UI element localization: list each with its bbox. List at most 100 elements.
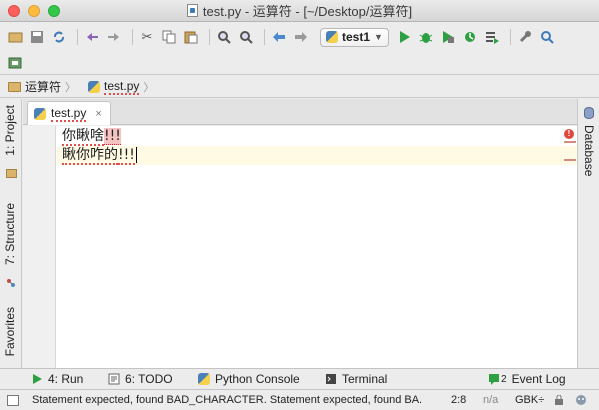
tab-database[interactable]: Database	[582, 125, 596, 176]
tool-event-log[interactable]: 2 Event Log	[488, 372, 566, 386]
text-caret	[135, 147, 137, 163]
python-file-icon	[88, 80, 101, 93]
project-folder-icon	[6, 169, 17, 178]
structure-icon	[6, 277, 16, 287]
ide-window: test.py - 运算符 - [~/Desktop/运算符] ✂ test1	[0, 0, 599, 410]
window-controls	[8, 5, 60, 17]
copy-icon[interactable]	[160, 28, 178, 46]
inspector-hector-icon[interactable]	[575, 394, 587, 406]
find-icon[interactable]	[215, 28, 233, 46]
window-title: test.py - 运算符 - [~/Desktop/运算符]	[186, 1, 413, 20]
tab-structure-label: 7: Structure	[3, 203, 17, 266]
toolbar-separator	[209, 29, 210, 45]
profile-icon[interactable]	[461, 28, 479, 46]
code-editor[interactable]: 你瞅啥!!! 瞅你咋的!!! !	[23, 126, 577, 368]
bottom-tool-bar: 4: Run 6: TODO Python Console Terminal 2…	[0, 368, 599, 389]
right-tool-bar: Database	[577, 99, 599, 368]
breadcrumb-file[interactable]: test.py 〉	[88, 79, 162, 95]
status-toggle-icon[interactable]	[7, 395, 19, 406]
editor-tab-bar: test.py ×	[23, 99, 577, 125]
zoom-window-button[interactable]	[48, 5, 60, 17]
tool-run-label: 4: Run	[48, 372, 84, 386]
python-logo-icon	[326, 31, 338, 43]
breadcrumb-project-label: 运算符	[25, 80, 62, 94]
run-with-coverage-icon[interactable]	[439, 28, 457, 46]
tool-python-console[interactable]: Python Console	[198, 372, 300, 386]
sync-icon[interactable]	[50, 28, 68, 46]
error-highlight: !!!	[118, 147, 135, 165]
run-triangle-icon	[33, 374, 42, 384]
tab-favorites-label: Favorites	[3, 307, 17, 357]
close-tab-icon[interactable]: ×	[95, 108, 101, 120]
tool-todo-label: 6: TODO	[125, 372, 173, 386]
minimize-window-button[interactable]	[28, 5, 40, 17]
close-window-button[interactable]	[8, 5, 20, 17]
save-all-icon[interactable]	[28, 28, 46, 46]
toolbar-separator	[509, 29, 511, 45]
tab-structure[interactable]: 7: Structure	[3, 203, 17, 265]
chevron-down-icon: ▼	[374, 32, 383, 42]
run-concurrency-icon[interactable]	[483, 28, 501, 46]
tool-run[interactable]: 4: Run	[32, 372, 83, 386]
chevron-right-icon: 〉	[143, 81, 155, 94]
code-line-1[interactable]: 你瞅啥!!!	[57, 127, 577, 146]
tab-database-label: Database	[582, 125, 596, 177]
file-encoding[interactable]: GBK÷	[515, 394, 544, 406]
python-file-icon	[186, 4, 198, 17]
status-bar: Statement expected, found BAD_CHARACTER.…	[0, 389, 599, 410]
toolbar-separator	[77, 29, 78, 45]
code-line-2[interactable]: 瞅你咋的!!!	[57, 146, 577, 165]
tab-project[interactable]: 1: Project	[3, 105, 17, 156]
main-toolbar: ✂ test1 ▼	[0, 23, 599, 75]
python-file-icon	[34, 107, 46, 120]
navigation-breadcrumb: 运算符 〉 test.py 〉	[0, 76, 599, 98]
forward-arrow-icon[interactable]	[292, 28, 310, 46]
title-bar: test.py - 运算符 - [~/Desktop/运算符]	[0, 0, 599, 22]
code-text: 瞅你咋的	[62, 147, 118, 165]
tool-event-log-label: Event Log	[511, 372, 566, 386]
chevron-right-icon: 〉	[65, 81, 77, 94]
tab-favorites[interactable]: Favorites	[3, 307, 17, 356]
event-log-badge: 2	[501, 373, 507, 385]
cut-icon[interactable]: ✂	[138, 28, 156, 46]
read-only-lock-icon[interactable]	[555, 394, 563, 405]
replace-icon[interactable]	[237, 28, 255, 46]
python-console-icon	[198, 373, 210, 385]
line-separator[interactable]: n/a	[483, 394, 498, 406]
left-tool-bar: 1: Project 7: Structure Favorites	[0, 99, 22, 368]
window-title-text: test.py - 运算符 - [~/Desktop/运算符]	[202, 4, 413, 19]
open-folder-icon[interactable]	[6, 28, 24, 46]
error-highlight: !!!	[104, 128, 121, 145]
debug-icon[interactable]	[417, 28, 435, 46]
vcs-update-icon[interactable]	[6, 53, 24, 71]
redo-icon[interactable]	[105, 28, 123, 46]
toolbar-separator	[264, 29, 265, 45]
code-text: 你瞅啥	[62, 128, 104, 146]
breadcrumb-file-label: test.py	[104, 78, 140, 95]
toolbar-row-2	[6, 50, 28, 74]
todo-icon	[108, 373, 120, 385]
run-icon[interactable]	[395, 28, 413, 46]
editor-tab-test-py[interactable]: test.py ×	[27, 101, 111, 125]
terminal-icon	[326, 374, 336, 384]
caret-position[interactable]: 2:8	[451, 394, 466, 406]
tool-todo[interactable]: 6: TODO	[108, 372, 173, 386]
tool-terminal-label: Terminal	[342, 372, 388, 386]
error-stripe-marker[interactable]	[564, 141, 576, 143]
error-indicator-icon[interactable]: !	[564, 129, 574, 139]
breadcrumb-project[interactable]: 运算符 〉	[8, 78, 84, 95]
settings-wrench-icon[interactable]	[516, 28, 534, 46]
status-message[interactable]: Statement expected, found BAD_CHARACTER.…	[32, 394, 422, 406]
error-stripe-marker[interactable]	[564, 159, 576, 161]
editor-gutter	[23, 126, 56, 368]
tool-terminal[interactable]: Terminal	[325, 372, 387, 386]
run-configuration-label: test1	[342, 30, 371, 44]
editor-tab-label: test.py	[51, 105, 87, 122]
back-arrow-icon[interactable]	[270, 28, 288, 46]
project-structure-search-icon[interactable]	[538, 28, 556, 46]
paste-icon[interactable]	[182, 28, 200, 46]
run-configuration-select[interactable]: test1 ▼	[320, 27, 389, 47]
folder-icon	[8, 81, 21, 92]
undo-icon[interactable]	[83, 28, 101, 46]
tool-python-console-label: Python Console	[215, 372, 300, 386]
